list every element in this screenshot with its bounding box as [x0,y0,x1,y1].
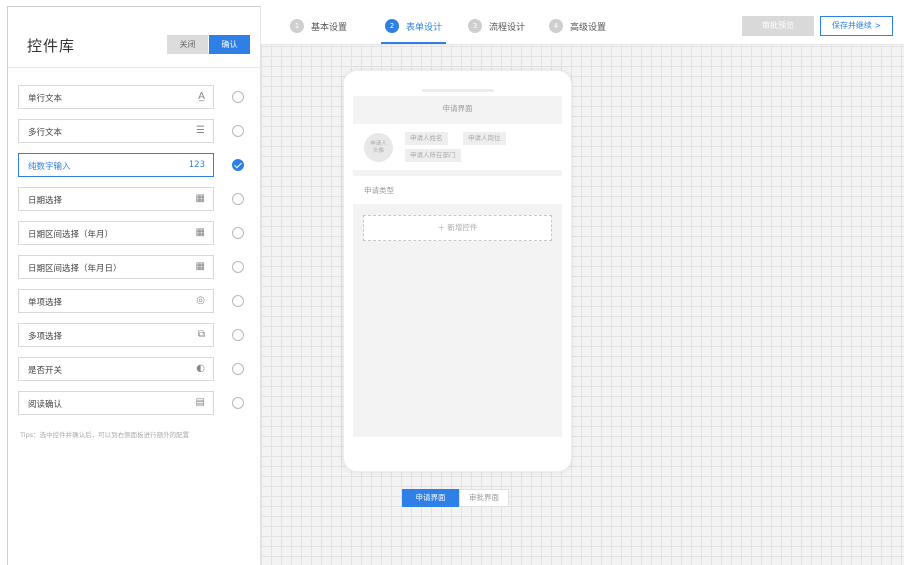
phone-speaker [422,89,494,92]
control-item-box[interactable]: 是否开关 ◐ [18,357,214,381]
select-radio[interactable] [232,261,244,273]
active-step-indicator [381,42,446,44]
confirm-button[interactable]: 确认 [209,35,250,54]
select-radio[interactable] [232,397,244,409]
select-radio[interactable] [232,329,244,341]
divider [8,67,261,68]
tips-text: Tips：选中控件并确认后，可以到右侧面板进行额外的配置 [20,431,190,439]
avatar-text: 申请人 头像 [370,140,387,154]
control-item[interactable]: 多行文本 ☰ [18,119,258,143]
control-item[interactable]: 阅读确认 ▤ [18,391,258,415]
save-continue-button[interactable]: 保存并继续 > [820,16,893,36]
add-control-button[interactable]: ＋ 新增控件 [363,215,552,241]
control-item[interactable]: 日期区间选择（年月日） ▦ [18,255,258,279]
calendar-icon: ▦ [195,193,205,204]
select-radio[interactable] [232,125,244,137]
control-item[interactable]: 多项选择 ⧉ [18,323,258,347]
tag-applicant-name: 申请人姓名 [405,132,448,145]
close-button[interactable]: 关闭 [167,35,208,54]
step-number: 1 [290,19,304,33]
tag-applicant-department: 申请人所在部门 [405,149,461,162]
step-advanced-settings[interactable]: 4 高级设置 [549,19,606,33]
control-item-box[interactable]: 单行文本 A̲ [18,85,214,109]
control-item-box[interactable]: 日期选择 ▦ [18,187,214,211]
selected-radio[interactable] [232,159,244,171]
control-item-label: 日期区间选择（年月日） [28,264,122,274]
multiline-icon: ☰ [196,125,205,136]
tag-applicant-position: 申请人岗位 [463,132,506,145]
single-choice-icon: ◎ [196,295,205,306]
screen-title: 申请界面 [442,104,473,113]
toggle-icon: ◐ [196,363,205,374]
step-label: 高级设置 [570,22,607,33]
phone-screen: 申请界面 申请人 头像 申请人姓名 申请人岗位 申请人所在部门 申请类型 ＋ 新… [353,96,562,437]
step-number: 4 [549,19,563,33]
step-form-design[interactable]: 2 表单设计 [385,19,442,33]
control-item-box[interactable]: 日期区间选择（年月日） ▦ [18,255,214,279]
control-item-box[interactable]: 单项选择 ◎ [18,289,214,313]
applicant-card[interactable]: 申请人 头像 申请人姓名 申请人岗位 申请人所在部门 [353,124,562,170]
control-item-label: 是否开关 [28,366,63,376]
step-basic-settings[interactable]: 1 基本设置 [290,19,347,33]
control-library-panel: 控件库 关闭 确认 单行文本 A̲ 多行文本 ☰ 纯数字输入 123 日期选择 ▦ 日期区间选择… [8,7,261,565]
control-item-label: 纯数字输入 [28,162,71,172]
control-item[interactable]: 日期区间选择（年月） ▦ [18,221,258,245]
number-icon: 123 [188,160,205,170]
text-a-icon: A̲ [198,91,205,102]
tab-approve-view[interactable]: 审批界面 [459,489,509,507]
panel-title: 控件库 [27,37,76,55]
control-item-label: 阅读确认 [28,400,63,410]
control-item-label: 多项选择 [28,332,63,342]
step-label: 基本设置 [311,22,348,33]
control-item-box[interactable]: 纯数字输入 123 [18,153,214,177]
select-radio[interactable] [232,193,244,205]
control-item-label: 日期选择 [28,196,63,206]
phone-preview: 申请界面 申请人 头像 申请人姓名 申请人岗位 申请人所在部门 申请类型 ＋ 新… [343,70,572,472]
control-item-label: 单项选择 [28,298,63,308]
control-item[interactable]: 单项选择 ◎ [18,289,258,313]
step-label: 流程设计 [489,22,526,33]
select-radio[interactable] [232,363,244,375]
select-radio[interactable] [232,227,244,239]
approval-preview-button[interactable]: 审批预览 [742,16,814,36]
control-item[interactable]: 单行文本 A̲ [18,85,258,109]
control-item[interactable]: 纯数字输入 123 [18,153,258,177]
control-item-box[interactable]: 多行文本 ☰ [18,119,214,143]
tab-apply-view[interactable]: 申请界面 [402,489,459,507]
step-number: 2 [385,19,399,33]
control-item-box[interactable]: 日期区间选择（年月） ▦ [18,221,214,245]
select-radio[interactable] [232,295,244,307]
applicant-avatar: 申请人 头像 [364,133,393,162]
control-item[interactable]: 日期选择 ▦ [18,187,258,211]
select-radio[interactable] [232,91,244,103]
multi-choice-icon: ⧉ [197,329,205,340]
apply-type-field[interactable]: 申请类型 [353,176,562,204]
read-confirm-icon: ▤ [195,397,205,408]
step-flow-design[interactable]: 3 流程设计 [468,19,525,33]
control-item[interactable]: 是否开关 ◐ [18,357,258,381]
control-item-label: 单行文本 [28,94,63,104]
apply-type-label: 申请类型 [364,186,394,195]
control-item-box[interactable]: 阅读确认 ▤ [18,391,214,415]
step-label: 表单设计 [406,22,443,33]
control-item-label: 多行文本 [28,128,63,138]
calendar-range-icon: ▦ [195,227,205,238]
control-item-box[interactable]: 多项选择 ⧉ [18,323,214,347]
control-item-label: 日期区间选择（年月） [28,230,114,240]
calendar-range-icon: ▦ [195,261,205,272]
step-number: 3 [468,19,482,33]
